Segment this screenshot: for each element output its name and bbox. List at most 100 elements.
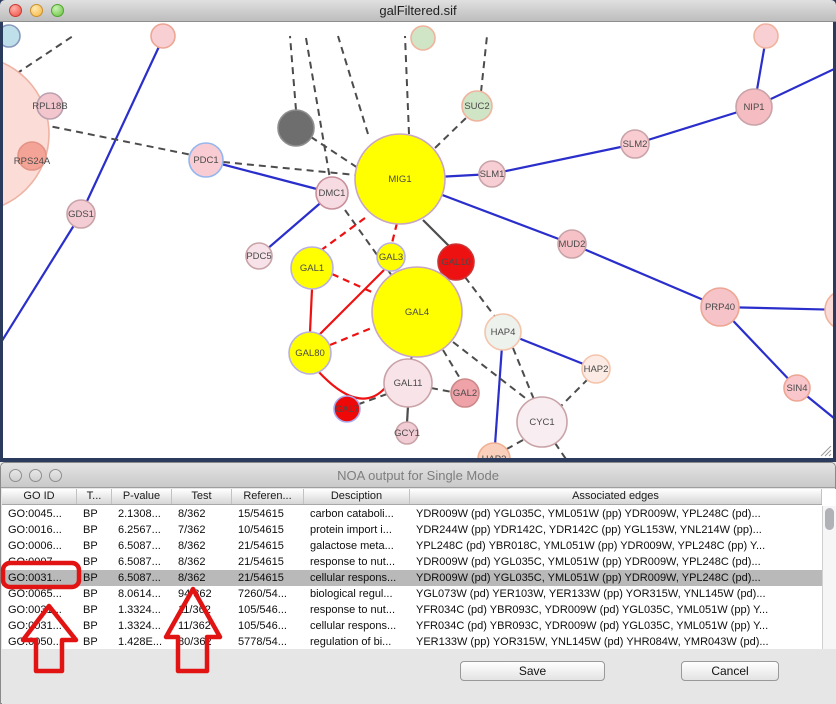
table-row[interactable]: GO:0006...BP6.5087...8/36221/54615galact… <box>2 538 822 554</box>
minimize-button[interactable] <box>30 4 43 17</box>
cell: 8/362 <box>172 506 232 522</box>
close-button-inactive[interactable] <box>9 469 22 482</box>
edge[interactable] <box>465 277 496 318</box>
cell: BP <box>77 618 112 634</box>
cell: GO:0007... <box>2 554 77 570</box>
edge[interactable] <box>206 160 332 193</box>
edge[interactable] <box>306 38 330 179</box>
edge[interactable] <box>290 36 296 110</box>
node-label-DMC1: DMC1 <box>319 188 346 199</box>
edge[interactable] <box>560 379 588 407</box>
table-row[interactable]: GO:0050...BP1.428E...80/3625778/54...reg… <box>2 634 822 650</box>
column-header-referen[interactable]: Referen... <box>232 489 304 504</box>
edge[interactable] <box>320 218 365 251</box>
node-label-HAP4: HAP4 <box>491 327 516 338</box>
table-body: GO:0045...BP2.1308...8/36215/54615carbon… <box>2 506 822 650</box>
resize-grip[interactable] <box>818 443 832 457</box>
node-topRightPink[interactable] <box>754 24 778 48</box>
node-grayNode[interactable] <box>278 110 314 146</box>
network-window-titlebar[interactable]: galFiltered.sif <box>0 0 836 22</box>
table-row[interactable]: GO:0031...BP1.3324...11/362105/546...cel… <box>2 618 822 634</box>
edge[interactable] <box>572 244 720 307</box>
cell: 1.428E... <box>112 634 172 650</box>
zoom-button-inactive[interactable] <box>49 469 62 482</box>
cell: 10/54615 <box>232 522 304 538</box>
edge[interactable] <box>223 162 356 175</box>
close-button[interactable] <box>9 4 22 17</box>
column-header-associated-edges[interactable]: Associated edges <box>410 489 822 504</box>
cell: YDR244W (pp) YDR142C, YDR142C (pp) YGL15… <box>410 522 822 538</box>
column-header-t[interactable]: T... <box>77 489 112 504</box>
cell: BP <box>77 554 112 570</box>
edge[interactable] <box>431 388 452 392</box>
edge[interactable] <box>443 350 461 380</box>
network-canvas[interactable]: RPL18BRPS24APDC1GDS1PDC5DMC1MIG1SUC2SLM1… <box>0 22 836 462</box>
table-row[interactable]: GO:0007...BP6.5087...8/36221/54615respon… <box>2 554 822 570</box>
noa-window-titlebar[interactable]: NOA output for Single Mode <box>1 463 835 488</box>
table-row[interactable]: GO:0045...BP2.1308...8/36215/54615carbon… <box>2 506 822 522</box>
table-row[interactable]: GO:0065...BP8.0614...94/3627260/54...bio… <box>2 586 822 602</box>
edge[interactable] <box>310 289 312 332</box>
node-MSN[interactable] <box>825 290 833 330</box>
node-label-GAL2: GAL2 <box>453 388 477 399</box>
edge[interactable] <box>435 118 466 148</box>
edge[interactable] <box>481 36 487 92</box>
table-row[interactable]: GO:0031...BP1.3324...11/362105/546...res… <box>2 602 822 618</box>
edge[interactable] <box>16 36 73 74</box>
scrollbar-thumb[interactable] <box>825 508 834 530</box>
cell: GO:0045... <box>2 506 77 522</box>
node-label-GCY1: GCY1 <box>394 428 420 439</box>
cell: 8/362 <box>172 554 232 570</box>
node-topPink2[interactable] <box>151 24 175 48</box>
cell: response to nut... <box>304 602 410 618</box>
edge[interactable] <box>494 332 503 458</box>
cell: 6.5087... <box>112 554 172 570</box>
edge[interactable] <box>505 440 523 450</box>
edge[interactable] <box>311 137 361 170</box>
edge[interactable] <box>407 406 408 423</box>
edge[interactable] <box>338 36 368 134</box>
node-bigLeft[interactable] <box>3 56 49 212</box>
edge[interactable] <box>513 348 535 402</box>
cell: 8.0614... <box>112 586 172 602</box>
node-label-SIN4: SIN4 <box>786 383 807 394</box>
node-label-SUC2: SUC2 <box>464 101 489 112</box>
cell: 80/362 <box>172 634 232 650</box>
node-label-HAP2: HAP2 <box>584 364 609 375</box>
column-header-go-id[interactable]: GO ID <box>2 489 77 504</box>
save-button[interactable]: Save <box>460 661 605 681</box>
table-row[interactable]: GO:0016...BP6.2567...7/36210/54615protei… <box>2 522 822 538</box>
column-header-desciption[interactable]: Desciption <box>304 489 410 504</box>
cell: GO:0031... <box>2 618 77 634</box>
cell: GO:0016... <box>2 522 77 538</box>
cell: YDR009W (pd) YGL035C, YML051W (pp) YDR00… <box>410 506 822 522</box>
edge[interactable] <box>81 38 163 214</box>
zoom-button[interactable] <box>51 4 64 17</box>
node-label-PDC5: PDC5 <box>246 251 271 262</box>
node-topLeftCyan[interactable] <box>3 25 20 47</box>
cell: 15/54615 <box>232 506 304 522</box>
table-row[interactable]: GO:0031...BP6.5087...8/36221/54615cellul… <box>2 570 822 586</box>
edge[interactable] <box>332 274 374 293</box>
edge[interactable] <box>3 214 81 352</box>
column-header-test[interactable]: Test <box>172 489 232 504</box>
edge[interactable] <box>317 370 385 399</box>
node-label-HAP3: HAP3 <box>482 454 507 458</box>
edge[interactable] <box>492 144 635 174</box>
cancel-button[interactable]: Cancel <box>681 661 779 681</box>
cell: 1.3324... <box>112 618 172 634</box>
cell: protein import i... <box>304 522 410 538</box>
cell: YDR009W (pd) YGL035C, YML051W (pp) YDR00… <box>410 554 822 570</box>
noa-footer: Save Cancel <box>2 649 836 704</box>
edge[interactable] <box>392 223 397 243</box>
vertical-scrollbar[interactable] <box>822 506 836 649</box>
cell: 2.1308... <box>112 506 172 522</box>
minimize-button-inactive[interactable] <box>29 469 42 482</box>
column-header-p-value[interactable]: P-value <box>112 489 172 504</box>
edge[interactable] <box>405 36 409 134</box>
cell: 1.3324... <box>112 602 172 618</box>
edge[interactable] <box>330 327 374 345</box>
cell: GO:0006... <box>2 538 77 554</box>
edge[interactable] <box>555 443 583 458</box>
node-topGreen[interactable] <box>411 26 435 50</box>
